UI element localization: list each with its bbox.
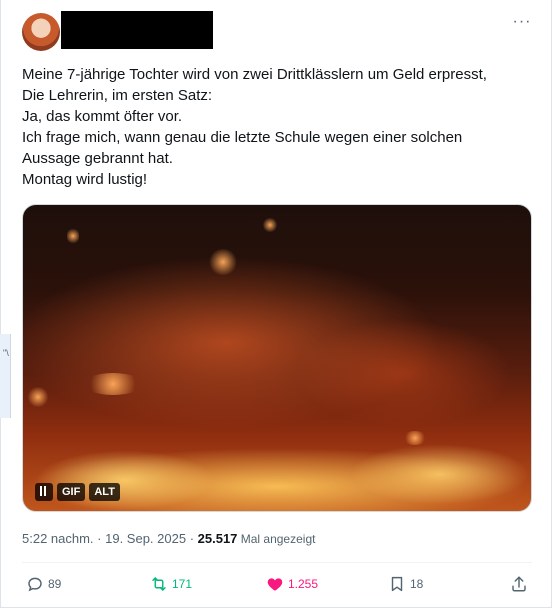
ember	[208, 249, 238, 275]
ember	[83, 373, 143, 395]
pause-button[interactable]	[35, 483, 53, 501]
gif-badge: GIF	[57, 483, 86, 501]
reply-button[interactable]: 89	[26, 572, 61, 596]
reply-count: 89	[48, 577, 62, 591]
separator: ·	[93, 531, 106, 546]
tweet-line: Die Lehrerin, im ersten Satz:	[22, 87, 213, 104]
gif-media[interactable]: GIF ALT	[22, 204, 532, 512]
avatar[interactable]	[22, 13, 60, 51]
alt-text-button[interactable]: ALT	[89, 483, 120, 501]
tweet-date[interactable]: 19. Sep. 2025	[105, 531, 186, 546]
like-button[interactable]: 1.255	[266, 572, 318, 596]
view-label: Mal angezeigt	[237, 532, 316, 546]
bookmark-count: 18	[410, 577, 424, 591]
more-options-icon[interactable]: ···	[510, 14, 534, 32]
tweet-time[interactable]: 5:22 nachm.	[22, 531, 94, 546]
tweet-line: Meine 7-jährige Tochter wird von zwei Dr…	[22, 66, 487, 83]
tweet-meta: 5:22 nachm. · 19. Sep. 2025 · 25.517 Mal…	[22, 531, 315, 546]
retweet-icon	[152, 577, 166, 591]
ember	[403, 431, 427, 445]
divider	[22, 562, 532, 563]
separator: ·	[186, 531, 198, 546]
retweet-button[interactable]: 171	[150, 572, 192, 596]
like-count: 1.255	[288, 577, 319, 591]
action-bar: 89 171 1.255 18	[22, 572, 532, 596]
tweet-line: Montag wird lustig!	[22, 171, 148, 188]
tweet-line: Aussage gebrannt hat.	[22, 150, 173, 167]
reply-icon	[28, 577, 42, 592]
bookmark-button[interactable]: 18	[388, 572, 423, 596]
tweet-line: Ich frage mich, wann genau die letzte Sc…	[22, 129, 463, 146]
fire-image	[23, 205, 531, 511]
ember	[27, 387, 49, 407]
sidebar-edge	[0, 334, 11, 418]
pause-icon	[40, 484, 48, 496]
tweet-line: Ja, das kommt öfter vor.	[22, 108, 183, 125]
tweet-text: Meine 7-jährige Tochter wird von zwei Dr…	[22, 64, 532, 190]
share-icon	[512, 576, 526, 592]
sidebar-edge-text: "\	[3, 348, 9, 358]
share-button[interactable]	[510, 572, 528, 596]
heart-icon	[267, 578, 283, 591]
redacted-username	[61, 11, 213, 49]
ember	[67, 227, 79, 245]
ember	[263, 217, 277, 233]
retweet-count: 171	[172, 577, 193, 591]
view-count: 25.517	[197, 531, 238, 546]
bookmark-icon	[391, 576, 403, 592]
media-controls: GIF ALT	[35, 483, 120, 501]
